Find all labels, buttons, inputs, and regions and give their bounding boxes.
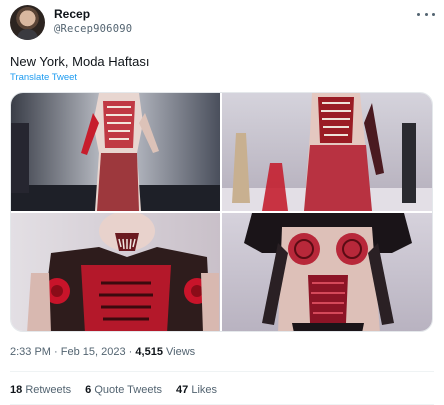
avatar[interactable] bbox=[10, 5, 45, 40]
media-image-4[interactable] bbox=[222, 213, 432, 331]
translate-tweet-link[interactable]: Translate Tweet bbox=[10, 72, 77, 83]
quote-tweets-count: 6 bbox=[85, 384, 92, 396]
author-handle[interactable]: @Recep906090 bbox=[54, 23, 132, 35]
author-name[interactable]: Recep bbox=[54, 7, 90, 21]
meta-separator: · bbox=[128, 346, 133, 358]
likes-label: Likes bbox=[191, 384, 218, 396]
quote-tweets-label: Quote Tweets bbox=[94, 384, 163, 396]
media-grid bbox=[10, 92, 433, 332]
tweet-time[interactable]: 2:33 PM bbox=[10, 346, 51, 358]
tweet-date[interactable]: Feb 15, 2023 bbox=[61, 346, 126, 358]
engagement-stats: 18 Retweets 6 Quote Tweets 47 Likes bbox=[10, 384, 217, 396]
likes-stat[interactable]: 47 Likes bbox=[176, 384, 217, 396]
retweets-label: Retweets bbox=[25, 384, 72, 396]
retweets-stat[interactable]: 18 Retweets bbox=[10, 384, 71, 396]
media-image-2[interactable] bbox=[222, 93, 432, 211]
quote-tweets-stat[interactable]: 6 Quote Tweets bbox=[85, 384, 162, 396]
media-image-1[interactable] bbox=[11, 93, 220, 211]
more-options-icon[interactable] bbox=[417, 8, 435, 20]
meta-separator: · bbox=[54, 346, 58, 358]
tweet-meta: 2:33 PM · Feb 15, 2023 · 4,515 Views bbox=[10, 346, 195, 358]
tweet-text: New York, Moda Haftası bbox=[10, 54, 150, 69]
retweets-count: 18 bbox=[10, 384, 23, 396]
views-count: 4,515 bbox=[135, 346, 163, 358]
likes-count: 47 bbox=[176, 384, 189, 396]
views-label: Views bbox=[166, 346, 196, 358]
divider bbox=[10, 371, 434, 372]
media-image-3[interactable] bbox=[11, 213, 220, 331]
